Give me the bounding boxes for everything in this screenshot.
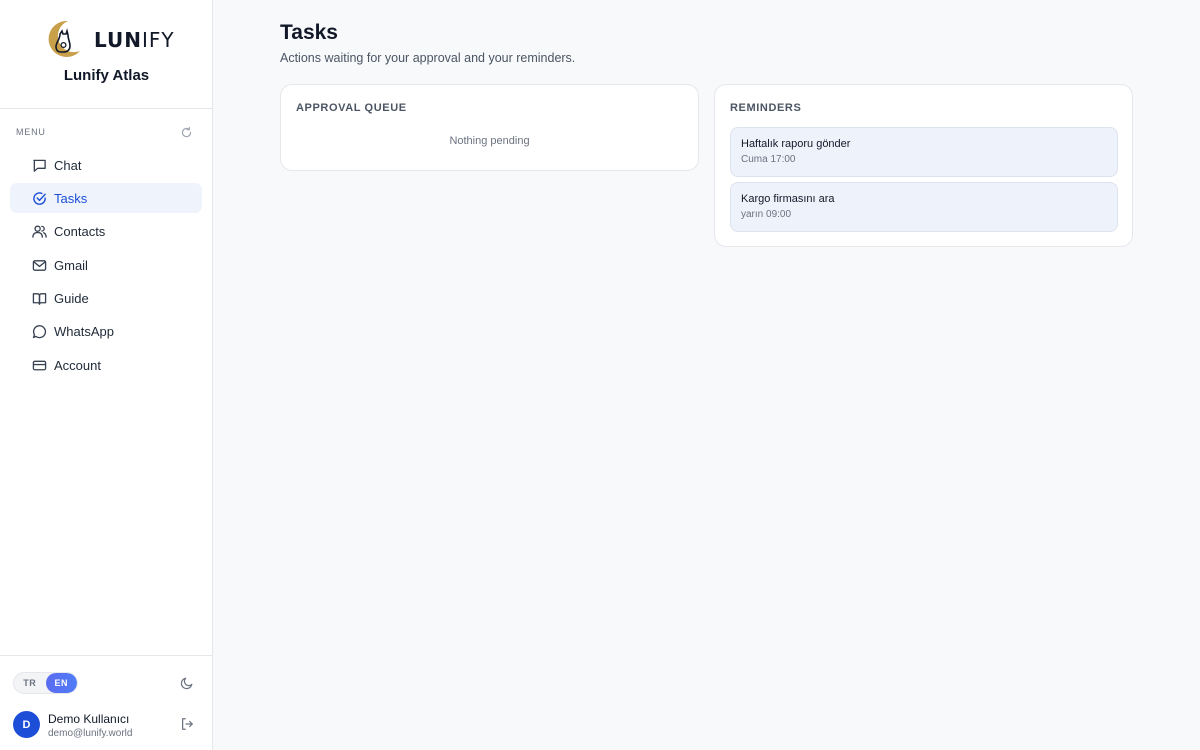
- sidebar-item-whatsapp[interactable]: WhatsApp: [10, 317, 202, 347]
- main-content: Tasks Actions waiting for your approval …: [213, 0, 1200, 750]
- reminder-title: Haftalık raporu gönder: [741, 138, 851, 150]
- refresh-icon[interactable]: [180, 126, 193, 139]
- mail-icon: [31, 257, 47, 273]
- reminders-heading: REMINDERS: [730, 102, 802, 114]
- empty-state-text: Nothing pending: [449, 135, 530, 147]
- sidebar-item-contacts[interactable]: Contacts: [10, 217, 202, 247]
- reminders-card: REMINDERS Haftalık raporu gönder Cuma 17…: [714, 84, 1133, 247]
- language-toggle[interactable]: TR EN: [13, 672, 78, 694]
- sidebar-item-label: Gmail: [54, 257, 88, 273]
- lang-option-en[interactable]: EN: [45, 673, 77, 693]
- sidebar-nav: Chat Tasks Contacts Gmail Guide WhatsApp…: [10, 150, 202, 383]
- sidebar-item-tasks[interactable]: Tasks: [10, 183, 202, 214]
- app-title: Lunify Atlas: [63, 67, 150, 84]
- whatsapp-icon: [31, 324, 47, 340]
- reminder-title: Kargo firmasını ara: [741, 193, 835, 205]
- users-icon: [31, 224, 47, 240]
- sidebar-item-label: Tasks: [54, 190, 88, 206]
- sidebar-item-account[interactable]: Account: [10, 350, 202, 380]
- page-title: Tasks: [280, 21, 338, 44]
- moon-cat-logo-icon: [48, 20, 80, 57]
- sidebar-item-gmail[interactable]: Gmail: [10, 250, 202, 280]
- page-subtitle: Actions waiting for your approval and yo…: [280, 51, 576, 65]
- logo-wordmark-thin: IFY: [142, 28, 175, 52]
- book-icon: [31, 290, 47, 306]
- sidebar: LUNIFY Lunify Atlas MENU Chat Tasks Cont…: [0, 0, 213, 750]
- lunify-logo[interactable]: LUNIFY: [42, 18, 175, 60]
- sidebar-item-label: Chat: [54, 157, 82, 173]
- logo-wordmark: LUNIFY: [94, 28, 175, 52]
- approval-queue-heading: APPROVAL QUEUE: [296, 102, 407, 114]
- sidebar-item-guide[interactable]: Guide: [10, 283, 202, 313]
- moon-icon[interactable]: [180, 676, 194, 690]
- sidebar-footer: TR EN D Demo Kullanıcı demo@lunify.world: [0, 655, 213, 750]
- lang-option-tr[interactable]: TR: [14, 673, 46, 693]
- sidebar-item-label: Contacts: [54, 224, 106, 240]
- check-circle-icon: [31, 190, 47, 206]
- credit-card-icon: [31, 357, 47, 373]
- user-name: Demo Kullanıcı: [48, 712, 130, 726]
- sidebar-item-chat[interactable]: Chat: [10, 150, 202, 180]
- user-email: demo@lunify.world: [48, 728, 133, 739]
- reminder-time: Cuma 17:00: [741, 154, 796, 165]
- sidebar-item-label: Guide: [54, 290, 89, 306]
- logout-icon[interactable]: [180, 717, 194, 731]
- chat-icon: [31, 157, 47, 173]
- reminder-time: yarın 09:00: [741, 209, 792, 220]
- logo-wordmark-bold: LUN: [94, 28, 143, 52]
- approval-queue-card: APPROVAL QUEUE Nothing pending: [280, 84, 699, 171]
- menu-label: MENU: [16, 127, 46, 137]
- reminder-item[interactable]: Haftalık raporu gönder Cuma 17:00: [730, 127, 1118, 177]
- brand-header: LUNIFY Lunify Atlas: [0, 0, 212, 109]
- reminder-item[interactable]: Kargo firmasını ara yarın 09:00: [730, 182, 1118, 232]
- sidebar-item-label: Account: [54, 357, 101, 373]
- avatar: D: [13, 711, 40, 738]
- sidebar-item-label: WhatsApp: [54, 324, 114, 340]
